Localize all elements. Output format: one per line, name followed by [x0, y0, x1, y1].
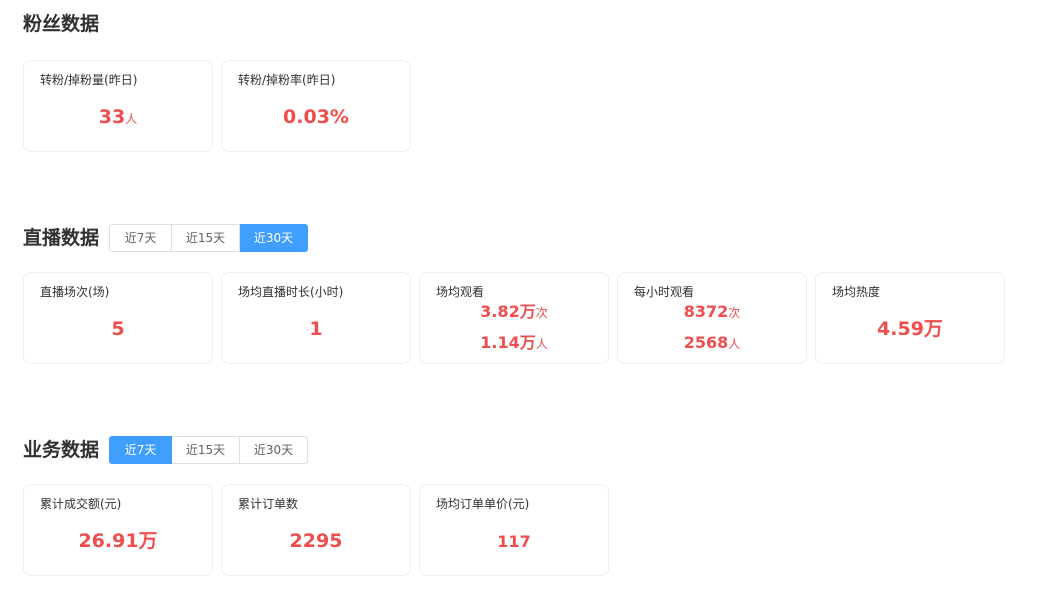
business-section-header: 业务数据 近7天 近15天 近30天: [23, 436, 1033, 464]
card-value: 0.03%: [283, 105, 349, 131]
card-value: 1: [309, 317, 322, 343]
fans-conversion-count-card: 转粉/掉粉量(昨日) 33人: [23, 60, 213, 152]
value-unit: 人: [125, 112, 138, 127]
card-values: 33人: [24, 91, 212, 145]
card-label: 累计成交额(元): [40, 497, 122, 511]
card-value-times: 8372次: [684, 297, 741, 328]
card-values: 2295: [222, 515, 410, 569]
fans-section-title: 粉丝数据: [23, 13, 100, 35]
live-range-tabs: 近7天 近15天 近30天: [109, 224, 309, 252]
card-label: 转粉/掉粉率(昨日): [238, 73, 336, 87]
live-section-header: 直播数据 近7天 近15天 近30天: [23, 224, 1033, 252]
value-number: 2295: [289, 530, 343, 553]
card-value-times: 3.82万次: [480, 297, 548, 328]
business-tab-30d[interactable]: 近30天: [240, 436, 309, 464]
fans-section-header: 粉丝数据: [23, 10, 1033, 38]
business-tab-15d[interactable]: 近15天: [172, 436, 241, 464]
card-values: 117: [420, 515, 608, 569]
live-tab-7d[interactable]: 近7天: [109, 224, 173, 252]
card-values: 1: [222, 303, 410, 357]
business-section-title: 业务数据: [23, 439, 100, 461]
card-value: 5: [111, 317, 124, 343]
live-avg-duration-card: 场均直播时长(小时) 1: [221, 272, 411, 364]
live-sessions-card: 直播场次(场) 5: [23, 272, 213, 364]
value-number: 1.14万: [480, 333, 536, 352]
card-values: 3.82万次 1.14万人: [420, 295, 608, 361]
card-label: 累计订单数: [238, 497, 299, 511]
business-avg-price-card: 场均订单单价(元) 117: [419, 484, 609, 576]
business-tab-7d[interactable]: 近7天: [109, 436, 173, 464]
card-value: 4.59万: [877, 317, 943, 343]
value-number: 0.03%: [283, 106, 349, 129]
card-label: 场均直播时长(小时): [238, 285, 344, 299]
dashboard-page: 粉丝数据 转粉/掉粉量(昨日) 33人 转粉/掉粉率(昨日) 0.03% 直播数…: [0, 0, 1055, 589]
value-number: 3.82万: [480, 302, 536, 321]
value-unit: 人: [535, 337, 548, 351]
value-unit: 次: [535, 306, 548, 320]
card-label: 场均热度: [832, 285, 881, 299]
live-avg-views-card: 场均观看 3.82万次 1.14万人: [419, 272, 609, 364]
business-range-tabs: 近7天 近15天 近30天: [109, 436, 309, 464]
live-hourly-views-card: 每小时观看 8372次 2568人: [617, 272, 807, 364]
live-section: 直播数据 近7天 近15天 近30天 直播场次(场) 5 场均直播时长(小时): [23, 224, 1033, 364]
card-values: 0.03%: [222, 91, 410, 145]
value-number: 5: [111, 318, 125, 341]
value-number: 2568: [683, 333, 729, 352]
card-value: 2295: [290, 529, 343, 555]
card-values: 26.91万: [24, 515, 212, 569]
card-value: 33人: [99, 105, 137, 131]
card-label: 场均订单单价(元): [436, 497, 530, 511]
card-values: 4.59万: [816, 303, 1004, 357]
value-unit: 人: [728, 337, 741, 351]
live-tab-30d[interactable]: 近30天: [240, 224, 309, 252]
fans-cards: 转粉/掉粉量(昨日) 33人 转粉/掉粉率(昨日) 0.03%: [23, 60, 419, 152]
live-section-title: 直播数据: [23, 227, 100, 249]
value-number: 26.91万: [78, 530, 158, 553]
card-value: 26.91万: [78, 529, 157, 555]
card-value: 117: [497, 531, 530, 553]
value-number: 33: [98, 106, 126, 129]
card-label: 直播场次(场): [40, 285, 110, 299]
fans-section: 粉丝数据 转粉/掉粉量(昨日) 33人 转粉/掉粉率(昨日) 0.03%: [23, 10, 1033, 152]
value-unit: 次: [728, 306, 741, 320]
value-number: 4.59万: [877, 318, 943, 341]
card-values: 5: [24, 303, 212, 357]
card-value-people: 1.14万人: [480, 328, 548, 359]
card-values: 8372次 2568人: [618, 295, 806, 361]
live-avg-heat-card: 场均热度 4.59万: [815, 272, 1005, 364]
value-number: 117: [497, 532, 531, 552]
value-number: 1: [309, 318, 323, 341]
live-tab-15d[interactable]: 近15天: [172, 224, 241, 252]
live-cards: 直播场次(场) 5 场均直播时长(小时) 1 场均观看 3.82万次 1.14万…: [23, 272, 1013, 364]
business-cards: 累计成交额(元) 26.91万 累计订单数 2295 场均订单单价(元) 117: [23, 484, 617, 576]
card-label: 转粉/掉粉量(昨日): [40, 73, 138, 87]
fans-conversion-rate-card: 转粉/掉粉率(昨日) 0.03%: [221, 60, 411, 152]
card-value-people: 2568人: [684, 328, 741, 359]
business-gmv-card: 累计成交额(元) 26.91万: [23, 484, 213, 576]
business-section: 业务数据 近7天 近15天 近30天 累计成交额(元) 26.91万 累计订单数: [23, 436, 1033, 576]
business-orders-card: 累计订单数 2295: [221, 484, 411, 576]
value-number: 8372: [683, 302, 729, 321]
